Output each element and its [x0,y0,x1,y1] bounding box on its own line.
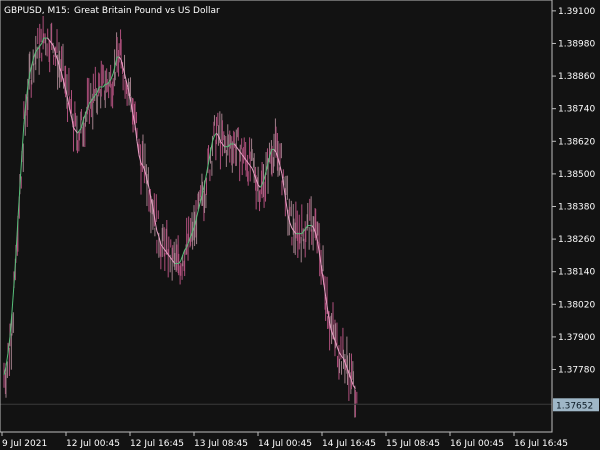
ma-segment [196,209,200,218]
price-chart[interactable]: 1.39100 1.38980 1.38860 1.38740 1.38620 1.385… [0,0,600,450]
price-axis-label: 1.38500 [558,170,595,180]
plot-frame [0,0,553,433]
price-axis-label: 1.38020 [558,300,595,310]
ma-segment [110,73,114,79]
ma-segment [289,222,293,229]
price-axis-label: 1.38860 [558,72,595,82]
time-axis-label: 12 Jul 00:45 [66,439,120,449]
chart-symbol: GBPUSD, M15: [4,6,70,16]
price-axis-label: 1.38140 [558,268,595,278]
price-axis: 1.39100 1.38980 1.38860 1.38740 1.38620 1.385… [552,7,595,376]
time-axis-label: 12 Jul 16:45 [130,439,184,449]
ma-segment [285,200,289,215]
price-axis-label: 1.39100 [558,7,595,17]
price-axis-label: 1.37780 [558,366,595,376]
candle-bars [3,16,358,418]
time-axis-label: 9 Jul 2021 [2,439,47,449]
price-axis-label: 1.38380 [558,202,595,212]
time-axis-label: 16 Jul 00:45 [450,439,504,449]
time-axis: 9 Jul 2021 12 Jul 00:45 12 Jul 16:45 13 Jul… [1,432,568,449]
time-axis-label: 16 Jul 16:45 [514,439,568,449]
time-axis-label: 13 Jul 08:45 [194,439,248,449]
price-tag: 1.37652 [553,398,599,412]
price-axis-label: 1.38620 [558,137,595,147]
price-axis-label: 1.38260 [558,235,595,245]
ma-segment [11,285,15,313]
price-axis-label: 1.38980 [558,39,595,49]
time-axis-label: 15 Jul 08:45 [386,439,440,449]
price-axis-label: 1.38740 [558,105,595,115]
moving-average-line [3,37,356,389]
price-tag-value: 1.37652 [556,401,593,411]
time-axis-label: 14 Jul 16:45 [322,439,376,449]
time-axis-label: 14 Jul 00:45 [258,439,312,449]
price-axis-label: 1.37900 [558,333,595,343]
chart-window[interactable]: 1.39100 1.38980 1.38860 1.38740 1.38620 1.385… [0,0,600,450]
chart-description: Great Britain Pound vs US Dollar [74,6,220,16]
